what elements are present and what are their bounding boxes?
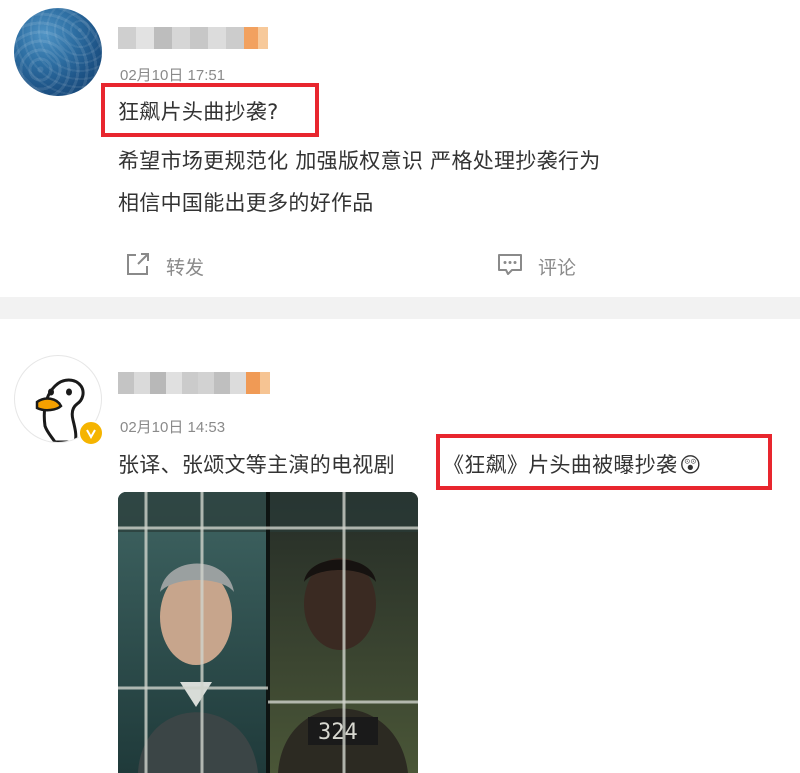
prison-number-label: 324: [318, 720, 358, 745]
username-blurred[interactable]: [118, 27, 268, 49]
repost-icon: [124, 250, 152, 283]
post-body-prefix: 张译、张颂文等主演的电视剧: [118, 453, 395, 477]
user-avatar[interactable]: [14, 8, 102, 96]
post-card: 02月10日 17:51 狂飙片头曲抄袭? 希望市场更规范化 加强版权意识 严格…: [0, 0, 800, 297]
post-body-line: 希望市场更规范化 加强版权意识 严格处理抄袭行为: [118, 149, 601, 173]
post-title-highlight: 《狂飙》片头曲被曝抄袭😲: [443, 449, 702, 479]
comment-button[interactable]: 评论: [496, 250, 576, 283]
post-image[interactable]: 324: [118, 492, 418, 773]
post-title-highlight: 狂飙片头曲抄袭?: [118, 100, 279, 124]
surprised-emoji: 😲: [679, 453, 702, 477]
post-timestamp: 02月10日 17:51: [120, 67, 226, 84]
feed-divider: [0, 297, 800, 319]
username-blurred[interactable]: [118, 372, 270, 394]
drama-poster-image: 324: [118, 492, 418, 773]
verified-icon: [78, 420, 104, 446]
post-body-line: 相信中国能出更多的好作品: [118, 191, 374, 215]
repost-button[interactable]: 转发: [124, 250, 204, 283]
post-timestamp: 02月10日 14:53: [120, 419, 226, 436]
comment-label: 评论: [538, 257, 577, 279]
highlight-text: 《狂飙》片头曲被曝抄袭: [443, 453, 678, 477]
repost-label: 转发: [166, 257, 205, 279]
comment-icon: [496, 250, 524, 283]
